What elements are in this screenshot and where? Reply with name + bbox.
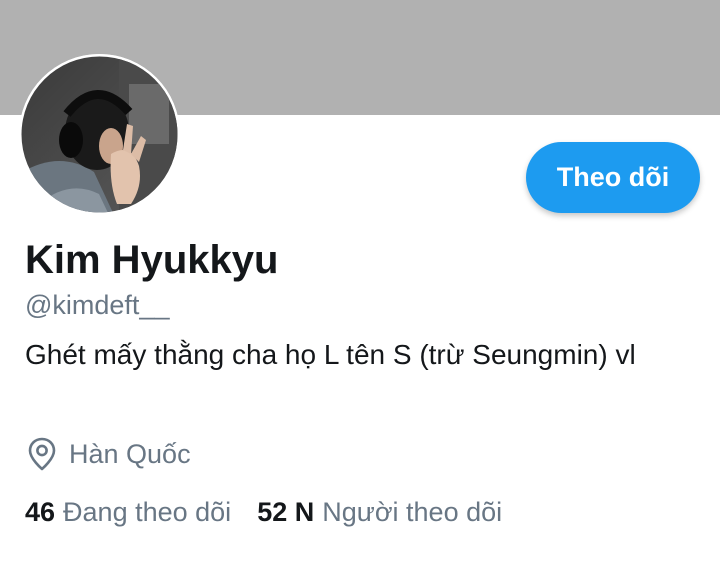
map-pin-icon	[25, 436, 59, 472]
followers-stat[interactable]: 52 N Người theo dõi	[257, 497, 502, 528]
display-name: Kim Hyukkyu	[25, 238, 279, 282]
user-handle: @kimdeft__	[25, 290, 170, 320]
avatar[interactable]	[19, 54, 180, 215]
location-text: Hàn Quốc	[69, 438, 191, 469]
follow-stats: 46 Đang theo dõi 52 N Người theo dõi	[25, 494, 502, 530]
followers-label: Người theo dõi	[322, 496, 503, 527]
followers-count: 52 N	[257, 496, 315, 527]
profile-bio: Ghét mấy thằng cha họ L tên S (trừ Seung…	[25, 339, 636, 370]
following-count: 46	[25, 496, 56, 527]
profile-location: Hàn Quốc	[25, 436, 191, 472]
profile-page: Theo dõi Kim Hyukkyu @kimdeft__ Ghét mấy…	[0, 0, 720, 569]
following-label: Đang theo dõi	[63, 496, 232, 527]
follow-button[interactable]: Theo dõi	[526, 142, 700, 213]
following-stat[interactable]: 46 Đang theo dõi	[25, 497, 231, 528]
avatar-photo	[19, 54, 180, 215]
